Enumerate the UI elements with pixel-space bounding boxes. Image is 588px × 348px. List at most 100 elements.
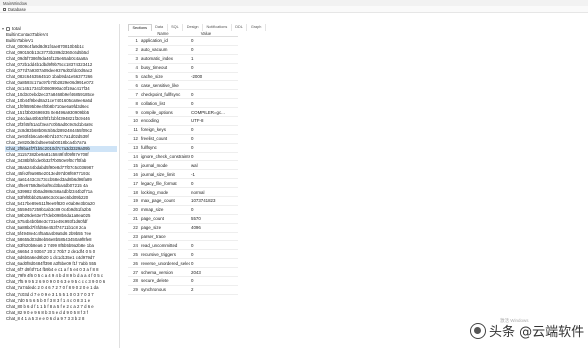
pragma-value[interactable]: 0: [190, 92, 234, 97]
pragma-value[interactable]: 5570: [190, 216, 234, 221]
tab-sql[interactable]: SQL: [168, 24, 184, 31]
table-row[interactable]: 26 reverse_unordered_selects 0: [128, 259, 238, 269]
tree-root-label: total: [12, 26, 21, 31]
table-list: BuiltinContactTableV4 BuiltinTableV1 Chat_…: [5, 32, 117, 322]
pragma-value[interactable]: 0: [190, 127, 234, 132]
row-number: 3: [135, 56, 138, 62]
pragma-value[interactable]: 2: [190, 287, 234, 292]
pragma-value[interactable]: 0: [190, 261, 234, 266]
pragma-value[interactable]: 0: [190, 136, 234, 141]
tab-ddl[interactable]: DDL: [232, 24, 248, 31]
pragma-value[interactable]: wal: [190, 163, 234, 168]
pragma-value[interactable]: 0: [190, 181, 234, 186]
table-row[interactable]: 9 compile_options COMPILER=gc...: [128, 108, 238, 118]
tab-design[interactable]: Design: [183, 24, 204, 31]
pragma-value[interactable]: 0: [190, 243, 234, 248]
pragma-name: automatic_index: [141, 56, 173, 62]
table-row[interactable]: 14 ignore_check_constraints 0: [128, 153, 238, 162]
tree-item[interactable]: Chat_8 4 1 a 5 3 e e 0 6 d a 9 7 3 3 b 2…: [5, 316, 117, 322]
table-row[interactable]: 2 auto_vacuum 0: [128, 46, 238, 55]
tab-data[interactable]: Data: [152, 24, 168, 31]
menu-database[interactable]: Database: [3, 7, 26, 12]
pragma-value[interactable]: 2043: [190, 270, 234, 275]
pragma-name: compile_options: [141, 109, 173, 115]
tab-graph[interactable]: Graph: [247, 24, 266, 31]
row-number: 29: [133, 287, 138, 293]
pragma-name: checkpoint_fullfsync: [141, 91, 181, 97]
pragma-value[interactable]: UTF-8: [190, 118, 234, 123]
pragma-value[interactable]: 4096: [190, 225, 234, 230]
pragma-name: journal_size_limit: [141, 171, 175, 177]
table-row[interactable]: 6 case_sensitive_like: [128, 81, 238, 91]
pragma-value[interactable]: 0: [190, 65, 234, 70]
watermark-text: 头条 @云端软件: [489, 325, 585, 340]
table-row[interactable]: 4 busy_timeout 0: [128, 64, 238, 73]
table-row[interactable]: 7 checkpoint_fullfsync 0: [128, 90, 238, 100]
tree-root[interactable]: ▾ total: [2, 26, 21, 31]
row-number: 18: [133, 189, 138, 195]
table-row[interactable]: 15 journal_mode wal: [128, 161, 238, 171]
table-row[interactable]: 29 synchronous 2: [128, 286, 238, 295]
table-row[interactable]: 13 fullfsync 0: [128, 144, 238, 153]
table-row[interactable]: 18 locking_mode normal: [128, 188, 238, 198]
table-row[interactable]: 24 read_uncommitted 0: [128, 241, 238, 251]
expand-arrow-icon[interactable]: ▾: [2, 26, 4, 31]
pragma-value[interactable]: 1073741823: [190, 198, 234, 203]
pragma-value[interactable]: 0: [190, 47, 234, 52]
row-number: 1: [135, 38, 138, 44]
menu-database-label: Database: [8, 7, 26, 12]
table-row[interactable]: 10 encoding UTF-8: [128, 117, 238, 126]
pragma-name: collation_list: [141, 100, 165, 106]
pragma-value[interactable]: 0: [190, 145, 234, 150]
table-row[interactable]: 19 max_page_count 1073741823: [128, 197, 238, 206]
tab-sections[interactable]: Sections: [128, 24, 152, 31]
table-row[interactable]: 16 journal_size_limit -1: [128, 170, 238, 180]
pragma-name: locking_mode: [141, 189, 169, 195]
row-number: 5: [135, 74, 138, 79]
row-number: 24: [133, 242, 138, 248]
grid-header-value: Value: [200, 31, 212, 36]
pragma-value[interactable]: -2000: [190, 74, 234, 79]
database-tree-panel[interactable]: ▾ total BuiltinContactTableV4 BuiltinTabl…: [0, 24, 120, 348]
pragma-name: ignore_check_constraints: [141, 154, 190, 160]
pragma-value[interactable]: 1: [190, 56, 234, 61]
table-row[interactable]: 3 automatic_index 1: [128, 55, 238, 64]
pragma-name: fullfsync: [141, 145, 157, 151]
pragma-value[interactable]: -1: [190, 172, 234, 177]
pragma-name: case_sensitive_like: [141, 82, 179, 88]
table-row[interactable]: 17 legacy_file_format 0: [128, 179, 238, 189]
table-row[interactable]: 28 secure_delete 0: [128, 277, 238, 286]
grid-header-rownum: [128, 31, 140, 36]
table-row[interactable]: 20 mmap_size 0: [128, 206, 238, 215]
tab-bar: Sections Data SQL Design Notifications DDL Gra…: [128, 24, 266, 31]
row-number: 11: [133, 127, 138, 133]
table-row[interactable]: 21 page_count 5570: [128, 215, 238, 224]
table-row[interactable]: 8 collation_list 0: [128, 99, 238, 109]
pragma-value[interactable]: 0: [190, 278, 234, 283]
tab-notifications[interactable]: Notifications: [203, 24, 232, 31]
pragma-value[interactable]: 0: [190, 154, 234, 159]
pragma-name: secure_delete: [141, 278, 169, 284]
watermark: 头条 @云端软件: [470, 321, 584, 340]
pragma-value[interactable]: COMPILER=gc...: [190, 110, 234, 115]
pragma-value[interactable]: 0: [190, 252, 234, 257]
row-number: 12: [133, 136, 138, 142]
table-row[interactable]: 12 freelist_count 0: [128, 135, 238, 144]
pragma-name: encoding: [141, 118, 159, 124]
pragma-value[interactable]: 0: [190, 207, 234, 212]
table-row[interactable]: 25 recursive_triggers 0: [128, 250, 238, 260]
table-row[interactable]: 5 cache_size -2000: [128, 73, 238, 82]
table-row[interactable]: 1 application_id 0: [128, 37, 238, 46]
row-number: 15: [133, 162, 138, 168]
table-row[interactable]: 27 schema_version 2043: [128, 268, 238, 278]
window-title: MainWindow: [3, 0, 27, 6]
table-row[interactable]: 22 page_size 4096: [128, 224, 238, 233]
pragma-name: application_id: [141, 38, 168, 44]
pragma-grid: Name Value 1 application_id 0 2 auto_vacuum 0…: [128, 31, 238, 295]
pragma-value[interactable]: 0: [190, 38, 234, 43]
table-row[interactable]: 11 foreign_keys 0: [128, 126, 238, 135]
table-row[interactable]: 23 parser_trace: [128, 233, 238, 242]
pragma-value[interactable]: normal: [190, 190, 234, 195]
pragma-value[interactable]: 0: [190, 101, 234, 106]
row-number: 19: [133, 198, 138, 204]
